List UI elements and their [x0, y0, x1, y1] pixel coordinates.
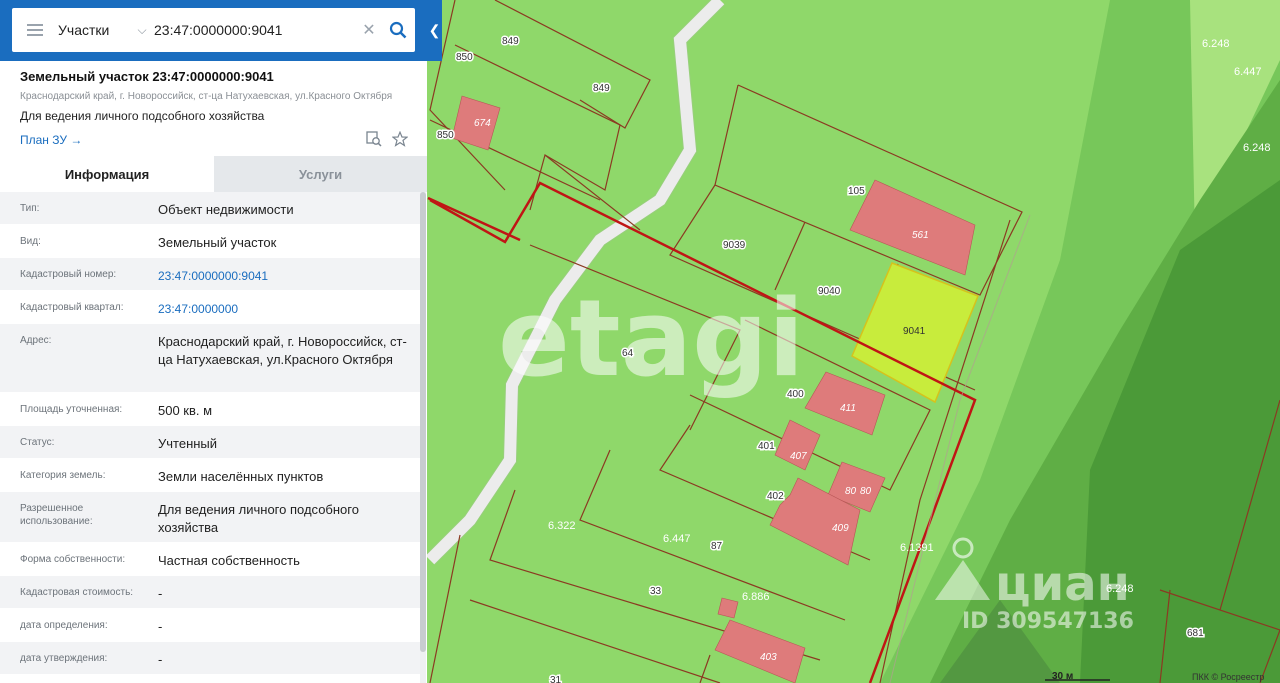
- plot-label: 6.248: [1243, 142, 1271, 154]
- svg-text:циан: циан: [995, 556, 1130, 612]
- clear-icon[interactable]: ✕: [357, 20, 381, 40]
- search-icon: [389, 21, 407, 39]
- info-row-label: дата определения:: [20, 620, 108, 631]
- info-row: Тип: Объект недвижимости: [0, 192, 420, 225]
- info-row-label: Вид:: [20, 236, 41, 247]
- parcel-purpose: Для ведения личного подсобного хозяйства: [20, 109, 265, 123]
- search-box: Участки ⌵ 23:47:0000000:9041 ✕: [12, 8, 415, 52]
- plot-label: 31: [550, 675, 562, 683]
- tab-information[interactable]: Информация: [0, 156, 214, 192]
- info-row-link[interactable]: 23:47:0000000:9041: [158, 267, 413, 285]
- plot-label: 6.322: [548, 520, 576, 532]
- plot-label: 850: [456, 52, 473, 63]
- panel-scroll-thumb[interactable]: [420, 192, 426, 652]
- info-row: Статус: Учтенный: [0, 426, 420, 459]
- plot-label: 674: [474, 118, 491, 129]
- info-row-label: Разрешенное использование:: [20, 503, 93, 527]
- plot-label: 411: [840, 403, 856, 414]
- plot-label: 6.886: [742, 591, 770, 603]
- show-on-map-icon[interactable]: [366, 131, 382, 147]
- info-row: Площадь уточненная: 500 кв. м: [0, 393, 420, 426]
- info-row: Форма собственности: Частная собственност…: [0, 543, 420, 576]
- parcel-address: Краснодарский край, г. Новороссийск, ст-…: [20, 91, 393, 102]
- scale-label: 30 м: [1052, 671, 1074, 682]
- search-input[interactable]: 23:47:0000000:9041: [154, 22, 357, 38]
- info-row-value: Частная собственность: [158, 553, 300, 568]
- info-row-value: -: [158, 619, 163, 634]
- map-attribution: ПКК © Росреестр: [1192, 672, 1265, 682]
- plot-label: 400: [787, 389, 804, 400]
- plot-label: 849: [502, 36, 519, 47]
- info-row-value: 500 кв. м: [158, 403, 213, 418]
- collapse-panel-icon[interactable]: ❮: [427, 0, 442, 61]
- info-row-value: Земли населённых пунктов: [158, 469, 324, 484]
- info-table: Тип: Объект недвижимости Вид: Земельный уча…: [0, 192, 420, 675]
- info-row-label: Тип:: [20, 203, 40, 214]
- info-panel: Земельный участок 23:47:0000000:9041 Кра…: [0, 0, 427, 683]
- plot-label: 6.447: [663, 533, 691, 545]
- watermark-etagi: etagi: [498, 277, 804, 400]
- panel-scrollbar[interactable]: [420, 192, 426, 683]
- info-row-value: Краснодарский край, г. Новороссийск, ст-…: [158, 334, 407, 367]
- info-row-label: Кадастровая стоимость:: [20, 587, 134, 598]
- plot-label: 80: [860, 486, 872, 497]
- info-row: дата определения: -: [0, 609, 420, 642]
- search-button[interactable]: [381, 8, 415, 52]
- plot-label: 64: [622, 348, 634, 359]
- plot-label: 9040: [818, 286, 841, 297]
- plot-label: 6.447: [1234, 66, 1262, 78]
- plot-label: 80: [845, 486, 857, 497]
- info-row-link[interactable]: 23:47:0000000: [158, 300, 413, 318]
- plot-label: 407: [790, 451, 807, 462]
- info-row: Кадастровая стоимость: -: [0, 576, 420, 609]
- plot-label: 409: [832, 523, 849, 534]
- svg-text:ID 309547136: ID 309547136: [962, 609, 1134, 634]
- info-row-value: Для ведения личного подсобного хозяйства: [158, 502, 359, 535]
- menu-icon[interactable]: [12, 8, 58, 52]
- plot-label: 402: [767, 491, 784, 502]
- info-row-value: -: [158, 652, 163, 667]
- plot-label: 6.248: [1202, 38, 1230, 50]
- plot-label: 87: [711, 541, 723, 552]
- plot-label: 561: [912, 230, 929, 241]
- info-row: Кадастровый квартал: 23:47:0000000: [0, 291, 420, 324]
- plot-label: 401: [758, 441, 775, 452]
- info-row-label: Статус:: [20, 437, 55, 448]
- search-bar: Участки ⌵ 23:47:0000000:9041 ✕ ❮: [0, 0, 442, 61]
- info-row: Разрешенное использование: Для ведения ли…: [0, 492, 420, 543]
- info-row: Вид: Земельный участок: [0, 225, 420, 258]
- info-row: Кадастровый номер: 23:47:0000000:9041: [0, 258, 420, 291]
- info-row-label: Кадастровый квартал:: [20, 302, 124, 313]
- info-row-label: Категория земель:: [20, 470, 106, 481]
- info-row: Адрес: Краснодарский край, г. Новороссийс…: [0, 324, 420, 393]
- tab-services[interactable]: Услуги: [214, 156, 427, 192]
- plot-label: 33: [650, 586, 662, 597]
- parcel-title: Земельный участок 23:47:0000000:9041: [20, 69, 274, 84]
- plot-label: 9041: [903, 326, 926, 337]
- info-row-label: Кадастровый номер:: [20, 269, 117, 280]
- plan-link[interactable]: План ЗУ →: [20, 133, 82, 147]
- info-row-label: Площадь уточненная:: [20, 404, 123, 415]
- info-row-label: Адрес:: [20, 335, 52, 346]
- plot-label: 849: [593, 83, 610, 94]
- info-row: дата утверждения: -: [0, 642, 420, 675]
- search-category-select[interactable]: Участки: [58, 22, 130, 38]
- plot-label: 403: [760, 652, 777, 663]
- favorite-star-icon[interactable]: [392, 131, 408, 147]
- plot-label: 681: [1187, 628, 1204, 639]
- info-row-label: Форма собственности:: [20, 554, 126, 565]
- info-row-value: Объект недвижимости: [158, 202, 294, 217]
- chevron-down-icon[interactable]: ⌵: [130, 23, 154, 38]
- panel-tabs: Информация Услуги: [0, 156, 427, 192]
- info-row-value: -: [158, 586, 163, 601]
- info-row-value: Земельный участок: [158, 235, 277, 250]
- plot-label: 9039: [723, 240, 746, 251]
- info-row: Категория земель: Земли населённых пункто…: [0, 459, 420, 492]
- info-row-label: дата утверждения:: [20, 653, 108, 664]
- info-row-value: Учтенный: [158, 436, 218, 451]
- plot-label: 105: [848, 186, 865, 197]
- plot-label: 850: [437, 130, 454, 141]
- plot-label: 6.1391: [900, 542, 934, 554]
